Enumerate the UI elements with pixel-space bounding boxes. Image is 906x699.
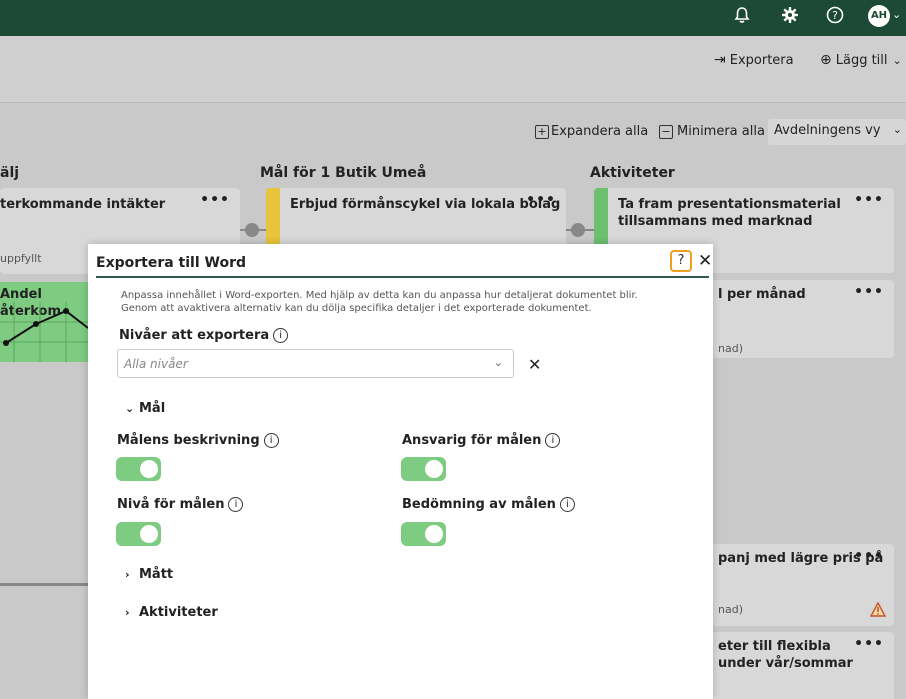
chevron-down-icon[interactable]: ⌄ bbox=[892, 8, 901, 21]
more-options-icon[interactable]: ••• bbox=[854, 284, 884, 300]
levels-select[interactable]: Alla nivåer ⌄ bbox=[117, 349, 514, 378]
chevron-right-icon: › bbox=[125, 606, 130, 619]
bell-icon[interactable] bbox=[730, 6, 754, 30]
goal-level-toggle[interactable] bbox=[116, 522, 161, 546]
chevron-down-icon: ⌄ bbox=[493, 356, 503, 369]
more-options-icon[interactable]: ••• bbox=[854, 636, 884, 652]
page-toolbar: ⇥ Exportera ⊕ Lägg till ⌄ bbox=[0, 36, 906, 103]
section-goals-toggle[interactable]: ⌄ Mål bbox=[125, 401, 165, 416]
info-icon[interactable]: i bbox=[228, 497, 244, 512]
goal-assessment-toggle[interactable] bbox=[401, 522, 446, 546]
dialog-description: Anpassa innehållet i Word-exporten. Med … bbox=[121, 290, 638, 314]
plus-square-icon: + bbox=[535, 125, 549, 139]
more-options-icon[interactable]: ••• bbox=[200, 192, 230, 208]
add-button[interactable]: ⊕ Lägg till ⌄ bbox=[820, 52, 902, 68]
column-title: älj bbox=[0, 165, 20, 181]
section-measures-toggle[interactable]: › Mått bbox=[125, 567, 173, 582]
more-options-icon[interactable]: ••• bbox=[854, 548, 884, 564]
chevron-down-icon: ⌄ bbox=[892, 54, 902, 67]
more-options-icon[interactable]: ••• bbox=[854, 192, 884, 208]
info-icon[interactable]: i bbox=[263, 433, 279, 448]
help-circle-icon[interactable]: ? bbox=[823, 6, 847, 30]
warning-icon bbox=[870, 602, 886, 617]
svg-text:?: ? bbox=[832, 9, 838, 22]
mini-line-chart bbox=[0, 302, 88, 362]
clear-selection-icon[interactable]: ✕ bbox=[528, 355, 541, 374]
view-select[interactable]: Avdelningens vy ⌄ bbox=[768, 119, 906, 145]
levels-label: Nivåer att exportera i bbox=[119, 328, 289, 343]
info-icon[interactable]: i bbox=[273, 328, 289, 343]
export-button[interactable]: ⇥ Exportera bbox=[714, 52, 794, 68]
close-icon[interactable]: ✕ bbox=[698, 250, 714, 272]
measure-card[interactable]: Andel återkom bbox=[0, 282, 88, 362]
info-icon[interactable]: i bbox=[545, 433, 561, 448]
dialog-title: Exportera till Word bbox=[96, 255, 247, 271]
more-options-icon[interactable]: ••• bbox=[526, 192, 556, 208]
goal-description-label: Målens beskrivning i bbox=[117, 433, 279, 448]
avatar[interactable]: AH bbox=[868, 5, 890, 27]
expand-all-button[interactable]: + Expandera alla bbox=[535, 124, 648, 139]
connector-knob bbox=[571, 223, 585, 237]
help-icon[interactable]: ? bbox=[670, 250, 692, 272]
goal-assessment-label: Bedömning av målen i bbox=[402, 497, 575, 512]
connector-knob bbox=[245, 223, 259, 237]
app-header: ? AH ⌄ bbox=[0, 0, 906, 36]
minus-square-icon: − bbox=[659, 125, 673, 139]
chevron-down-icon: ⌄ bbox=[125, 402, 135, 415]
section-activities-toggle[interactable]: › Aktiviteter bbox=[125, 605, 218, 620]
goal-owner-label: Ansvarig för målen i bbox=[402, 433, 561, 448]
goal-level-label: Nivå för målen i bbox=[117, 497, 244, 512]
export-icon: ⇥ bbox=[714, 52, 726, 68]
collapse-all-button[interactable]: − Minimera alla bbox=[659, 124, 765, 139]
chevron-down-icon: ⌄ bbox=[892, 123, 902, 136]
goal-owner-toggle[interactable] bbox=[401, 457, 446, 481]
goal-description-toggle[interactable] bbox=[116, 457, 161, 481]
divider bbox=[0, 583, 88, 586]
gear-icon[interactable] bbox=[778, 6, 802, 30]
info-icon[interactable]: i bbox=[559, 497, 575, 512]
column-title: Aktiviteter bbox=[590, 165, 675, 181]
column-title: Mål för 1 Butik Umeå bbox=[260, 165, 427, 181]
chevron-right-icon: › bbox=[125, 568, 130, 581]
status-stripe bbox=[266, 188, 280, 248]
plus-circle-icon: ⊕ bbox=[820, 52, 832, 68]
goal-card[interactable]: Erbjud förmånscykel via lokala bolag ••• bbox=[266, 188, 566, 248]
export-word-dialog: Exportera till Word ? ✕ Anpassa innehåll… bbox=[88, 244, 713, 699]
dialog-header: Exportera till Word ? ✕ bbox=[96, 248, 712, 278]
